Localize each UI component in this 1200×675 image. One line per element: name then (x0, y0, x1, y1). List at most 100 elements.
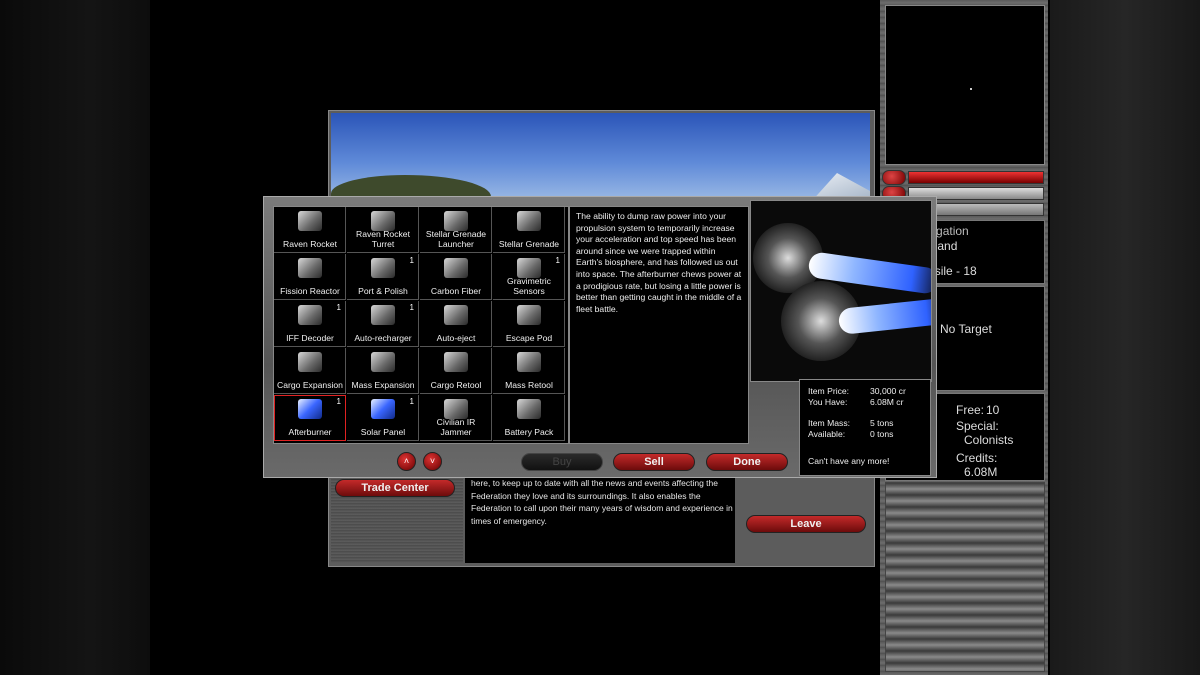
item-qty: 1 (555, 256, 560, 265)
item-preview-image (750, 200, 932, 382)
item-label: Raven Rocket Turret (356, 229, 410, 249)
item-qty: 1 (336, 303, 341, 312)
auto-recharger-icon (371, 305, 395, 325)
item-qty: 1 (409, 397, 414, 406)
item-label: IFF Decoder (286, 332, 334, 343)
credits-label: Credits: (956, 451, 998, 465)
cargo-expansion-icon (298, 352, 322, 372)
auto-eject-icon (444, 305, 468, 325)
item-label: Cargo Retool (430, 379, 482, 390)
item-label: Auto-eject (436, 332, 476, 343)
radar-blip (970, 88, 972, 90)
item-stats-panel: Item Price: 30,000 cr You Have: 6.08M cr… (799, 379, 931, 476)
item-cell-raven-rocket[interactable]: Raven Rocket (274, 207, 346, 253)
available-label: Available: (808, 429, 846, 439)
item-qty: 1 (336, 397, 341, 406)
item-description: The ability to dump raw power into your … (576, 211, 742, 314)
item-label: Mass Expansion (351, 379, 415, 390)
radar-display (885, 5, 1045, 165)
hud-machinery (885, 482, 1045, 672)
right-backdrop (1050, 0, 1200, 675)
have-value: 6.08M cr (870, 397, 904, 407)
item-label: Carbon Fiber (430, 285, 482, 296)
item-cell-stellar-grenade-launcher[interactable]: Stellar Grenade Launcher (420, 207, 492, 253)
sell-button[interactable]: Sell (613, 453, 695, 471)
trade-center-button[interactable]: Trade Center (335, 479, 455, 497)
raven-rocket-icon (298, 211, 322, 231)
stellar-grenade-launcher-icon (444, 211, 468, 231)
target-readout: No Target (940, 322, 992, 336)
item-cell-auto-eject[interactable]: Auto-eject (420, 301, 492, 347)
carbon-fiber-icon (444, 258, 468, 278)
item-label: Cargo Expansion (277, 379, 343, 390)
special-label: Special: (956, 419, 999, 433)
done-button[interactable]: Done (706, 453, 788, 471)
item-cell-mass-retool[interactable]: Mass Retool (493, 348, 565, 394)
item-cell-gravimetric-sensors[interactable]: 1 Gravimetric Sensors (493, 254, 565, 300)
mass-label: Item Mass: (808, 418, 851, 428)
battery-pack-icon (517, 399, 541, 419)
afterburner-icon (298, 399, 322, 419)
trade-dialog: Raven Rocket Raven Rocket Turret Stellar… (263, 196, 937, 478)
stellar-grenade-icon (517, 211, 541, 231)
mass-retool-icon (517, 352, 541, 372)
raven-rocket-turret-icon (371, 211, 395, 231)
status-message: Can't have any more! (808, 456, 890, 466)
planet-sky-view (331, 113, 870, 203)
news-text: here, to keep up to date with all the ne… (471, 478, 733, 526)
item-label: Solar Panel (360, 426, 406, 437)
game-screen: ellar Navigation New England ound Missil… (150, 0, 1050, 675)
item-cell-raven-rocket-turret[interactable]: Raven Rocket Turret (347, 207, 419, 253)
item-cell-iff-decoder[interactable]: 1 IFF Decoder (274, 301, 346, 347)
left-backdrop (0, 0, 150, 675)
fission-reactor-icon (298, 258, 322, 278)
item-cell-civilian-ir-jammer[interactable]: Civilian IR Jammer (420, 395, 492, 441)
price-value: 30,000 cr (870, 386, 906, 396)
shield-indicator-button[interactable] (882, 170, 906, 185)
escape-pod-icon (517, 305, 541, 325)
price-label: Item Price: (808, 386, 850, 396)
item-label: Port & Polish (358, 285, 408, 296)
item-qty: 1 (409, 256, 414, 265)
iff-decoder-icon (298, 305, 322, 325)
shield-bar (908, 171, 1044, 184)
free-label: Free: (956, 403, 985, 417)
special-value: Colonists (964, 433, 1014, 447)
item-cell-carbon-fiber[interactable]: Carbon Fiber (420, 254, 492, 300)
buy-button[interactable]: Buy (521, 453, 603, 471)
item-cell-port-polish[interactable]: 1 Port & Polish (347, 254, 419, 300)
item-label: Fission Reactor (280, 285, 340, 296)
scroll-up-button[interactable]: ˄ (397, 452, 416, 471)
item-label: Stellar Grenade (498, 238, 560, 249)
available-value: 0 tons (870, 429, 894, 439)
description-panel: The ability to dump raw power into your … (569, 206, 749, 444)
item-cell-solar-panel[interactable]: 1 Solar Panel (347, 395, 419, 441)
item-cell-auto-recharger[interactable]: 1 Auto-recharger (347, 301, 419, 347)
mass-expansion-icon (371, 352, 395, 372)
item-label: Mass Retool (505, 379, 553, 390)
item-cell-fission-reactor[interactable]: Fission Reactor (274, 254, 346, 300)
solar-panel-icon (371, 399, 395, 419)
item-grid: Raven Rocket Raven Rocket Turret Stellar… (273, 206, 569, 444)
free-value: 10 (986, 403, 1000, 417)
news-panel: here, to keep up to date with all the ne… (465, 473, 735, 563)
have-label: You Have: (808, 397, 848, 407)
item-cell-battery-pack[interactable]: Battery Pack (493, 395, 565, 441)
scroll-down-button[interactable]: ˅ (423, 452, 442, 471)
mass-value: 5 tons (870, 418, 894, 428)
item-cell-afterburner[interactable]: 1 Afterburner (274, 395, 346, 441)
leave-button[interactable]: Leave (746, 515, 866, 533)
item-label: Gravimetric Sensors (507, 276, 551, 296)
item-label: Auto-recharger (354, 332, 412, 343)
item-cell-stellar-grenade[interactable]: Stellar Grenade (493, 207, 565, 253)
item-cell-mass-expansion[interactable]: Mass Expansion (347, 348, 419, 394)
item-cell-cargo-expansion[interactable]: Cargo Expansion (274, 348, 346, 394)
item-label: Battery Pack (504, 426, 554, 437)
item-cell-cargo-retool[interactable]: Cargo Retool (420, 348, 492, 394)
item-cell-escape-pod[interactable]: Escape Pod (493, 301, 565, 347)
item-label: Escape Pod (505, 332, 553, 343)
credits-value: 6.08M (964, 465, 998, 479)
item-label: Raven Rocket (283, 238, 337, 249)
item-qty: 1 (409, 303, 414, 312)
item-label: Afterburner (288, 426, 332, 437)
